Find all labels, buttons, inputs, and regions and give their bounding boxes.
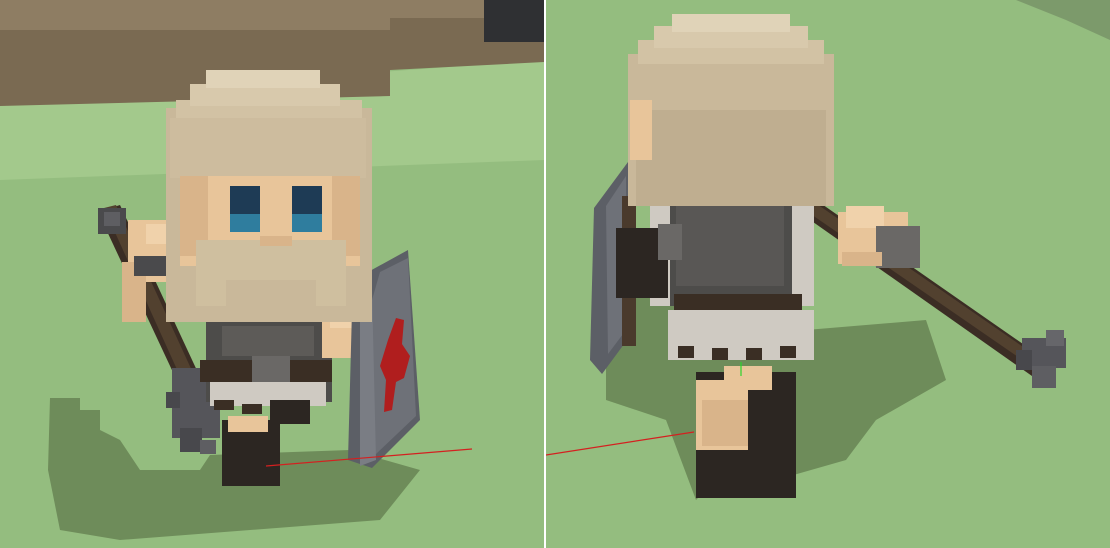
terrain-wall-top [0,0,390,30]
right-hand [838,206,920,268]
ear [630,100,652,160]
dark-block [484,0,544,42]
front-view-scene [0,0,544,548]
back-view-scene [546,0,1110,548]
front-view-viewport[interactable] [0,0,544,548]
head [166,70,372,322]
back-view-viewport[interactable] [546,0,1110,548]
body [650,196,814,360]
head [628,14,834,206]
game-viewport-pair [0,0,1110,548]
body [200,318,332,414]
boots [696,366,796,498]
